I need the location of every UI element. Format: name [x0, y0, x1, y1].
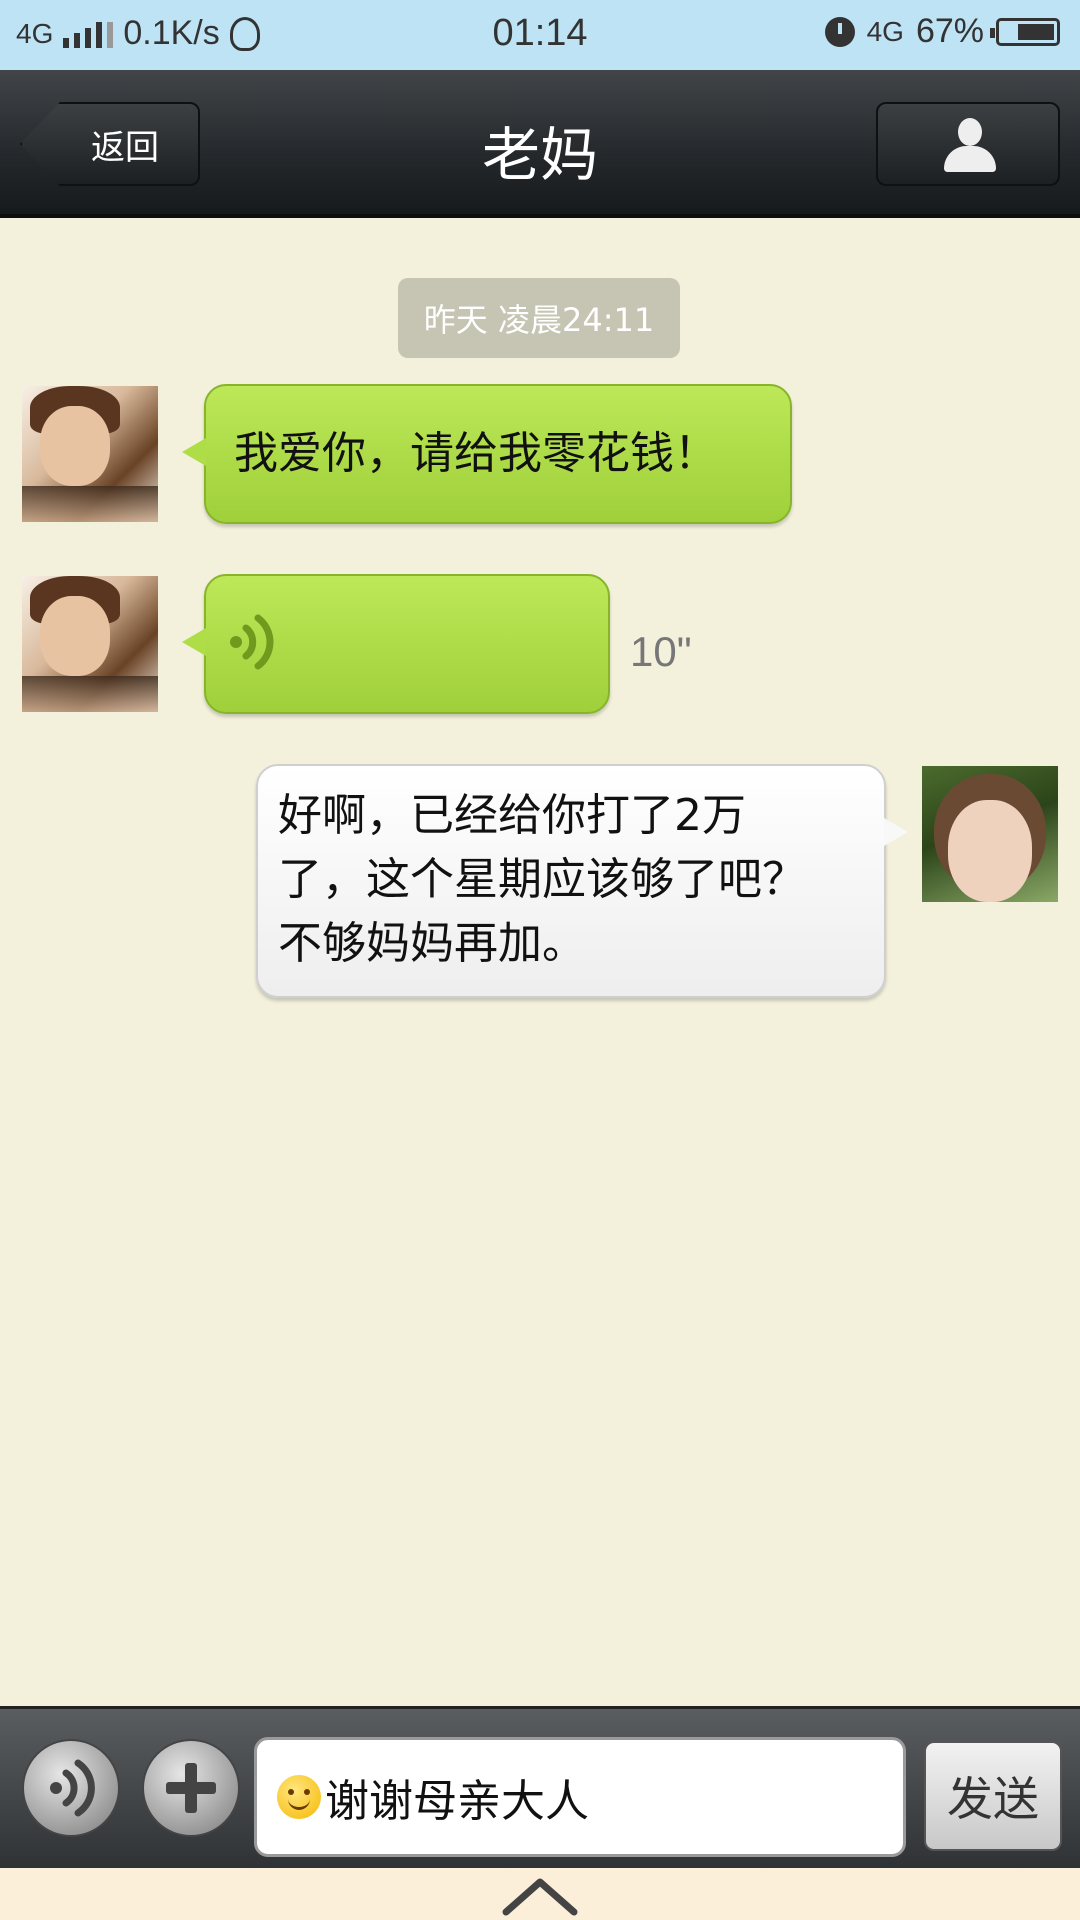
voice-input-button[interactable]: [22, 1739, 120, 1837]
message-input[interactable]: 谢谢母亲大人: [254, 1737, 906, 1857]
contact-avatar[interactable]: [22, 576, 158, 712]
contact-avatar[interactable]: [22, 386, 158, 522]
battery-percent: 67%: [915, 12, 984, 50]
message-text: 我爱你，请给我零花钱！: [234, 428, 718, 479]
incoming-text-bubble[interactable]: 我爱你，请给我零花钱！: [182, 384, 792, 524]
message-timestamp: 昨天 凌晨24:11: [398, 278, 680, 358]
battery-icon: [990, 17, 1060, 46]
voice-duration: 10": [630, 628, 692, 675]
message-line-3: 不够妈妈再加。: [278, 918, 586, 969]
incoming-voice-bubble[interactable]: [182, 574, 610, 714]
status-right: 4G 67%: [824, 12, 1060, 51]
outgoing-text-bubble[interactable]: 好啊，已经给你打了2万 了，这个星期应该够了吧？ 不够妈妈再加。: [256, 764, 908, 998]
expand-drawer[interactable]: [0, 1868, 1080, 1920]
input-bar: 谢谢母亲大人 发送: [0, 1706, 1080, 1871]
message-line-1: 好啊，已经给你打了2万: [278, 790, 746, 841]
chevron-up-icon: [502, 1878, 578, 1916]
message-input-value: 谢谢母亲大人: [325, 1776, 589, 1827]
data-type: 4G: [866, 15, 904, 47]
message-line-2: 了，这个星期应该够了吧？: [278, 854, 806, 905]
more-options-button[interactable]: [142, 1739, 240, 1837]
voice-icon: [50, 1759, 95, 1817]
smile-emoji-icon: [277, 1775, 321, 1819]
voice-wave-icon: [230, 614, 274, 670]
person-icon: [944, 118, 996, 174]
alarm-icon: [824, 16, 855, 47]
my-avatar[interactable]: [922, 766, 1058, 902]
plus-icon: [166, 1763, 216, 1813]
status-bar: 4G 0.1K/s 01:14 4G 67%: [0, 0, 1080, 70]
send-button-label: 发送: [947, 1772, 1039, 1826]
send-button[interactable]: 发送: [924, 1741, 1062, 1851]
title-bar: 返回 老妈: [0, 70, 1080, 218]
profile-button[interactable]: [876, 102, 1060, 186]
